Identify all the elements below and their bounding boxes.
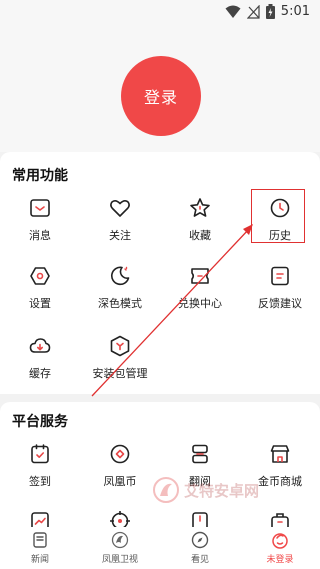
service-item-label: 签到 bbox=[29, 475, 51, 488]
user-icon bbox=[272, 533, 288, 549]
nav-item-phoenix-tv[interactable]: 凤凰卫视 bbox=[80, 531, 160, 565]
nav-item-discover[interactable]: 看见 bbox=[160, 531, 240, 565]
menu-item-label: 深色模式 bbox=[98, 297, 142, 310]
section-title-platform: 平台服务 bbox=[12, 414, 68, 430]
menu-item-label: 安装包管理 bbox=[92, 367, 148, 380]
star-icon bbox=[190, 198, 210, 217]
nav-label: 新闻 bbox=[30, 555, 49, 565]
nav-item-account[interactable]: 未登录 bbox=[240, 531, 320, 565]
menu-item-label: 缓存 bbox=[29, 367, 51, 380]
book-icon[interactable] bbox=[188, 509, 212, 527]
nav-item-news[interactable]: 新闻 bbox=[0, 531, 80, 565]
heart-icon bbox=[110, 200, 130, 217]
feedback-icon bbox=[271, 266, 289, 286]
menu-item-package-manager[interactable]: 安装包管理 bbox=[80, 334, 160, 381]
menu-item-redeem[interactable]: 兑换中心 bbox=[160, 264, 240, 311]
menu-item-follow[interactable]: 关注 bbox=[80, 196, 160, 243]
menu-item-label: 设置 bbox=[29, 297, 51, 310]
menu-item-label: 兑换中心 bbox=[178, 297, 222, 310]
bottom-nav: 新闻 凤凰卫视 看见 未登录 bbox=[0, 527, 320, 569]
nav-label: 凤凰卫视 bbox=[101, 555, 138, 565]
watermark-text: 艾特安卓网 bbox=[184, 482, 259, 500]
battery-icon bbox=[265, 4, 275, 19]
section-title-common: 常用功能 bbox=[12, 168, 68, 184]
watermark-logo: 艾特安卓网 bbox=[153, 477, 259, 503]
menu-item-label: 消息 bbox=[29, 229, 51, 242]
nav-label: 看见 bbox=[190, 555, 209, 565]
shop-icon bbox=[270, 445, 290, 463]
target-icon[interactable] bbox=[108, 509, 132, 527]
service-item-checkin[interactable]: 签到 bbox=[0, 442, 80, 489]
moon-icon bbox=[111, 266, 130, 286]
status-bar: 5:01 bbox=[0, 0, 320, 24]
service-item-label: 凤凰币 bbox=[103, 475, 137, 488]
coin-icon bbox=[110, 444, 130, 464]
login-button[interactable]: 登录 bbox=[121, 56, 201, 136]
highlight-box bbox=[251, 189, 305, 243]
menu-item-label: 关注 bbox=[109, 229, 131, 242]
briefcase-icon[interactable] bbox=[268, 509, 292, 527]
package-icon bbox=[110, 335, 130, 357]
menu-item-dark-mode[interactable]: 深色模式 bbox=[80, 264, 160, 311]
menu-item-label: 反馈建议 bbox=[258, 297, 302, 310]
phoenix-icon bbox=[111, 531, 129, 549]
ticket-icon bbox=[191, 268, 209, 284]
signal-icon bbox=[246, 4, 260, 19]
checkin-icon bbox=[31, 444, 49, 464]
settings-icon bbox=[30, 267, 50, 285]
flip-icon bbox=[192, 444, 208, 464]
watermark: 艾特安卓网 bbox=[150, 470, 280, 510]
menu-item-cache[interactable]: 缓存 bbox=[0, 334, 80, 381]
menu-item-feedback[interactable]: 反馈建议 bbox=[240, 264, 320, 311]
wifi-icon bbox=[225, 5, 241, 18]
status-time: 5:01 bbox=[280, 4, 310, 19]
menu-item-favorites[interactable]: 收藏 bbox=[160, 196, 240, 243]
service-item-phoenix-coin[interactable]: 凤凰币 bbox=[80, 442, 160, 489]
profile-header: 登录 bbox=[0, 24, 320, 152]
download-icon bbox=[29, 338, 51, 353]
chart-icon[interactable] bbox=[28, 509, 52, 527]
news-icon bbox=[33, 532, 47, 548]
menu-item-settings[interactable]: 设置 bbox=[0, 264, 80, 311]
compass-icon bbox=[191, 531, 209, 549]
status-icons: 5:01 bbox=[225, 4, 310, 19]
nav-label: 未登录 bbox=[266, 555, 294, 565]
menu-item-messages[interactable]: 消息 bbox=[0, 196, 80, 243]
message-icon bbox=[30, 199, 50, 217]
menu-item-label: 收藏 bbox=[189, 229, 211, 242]
